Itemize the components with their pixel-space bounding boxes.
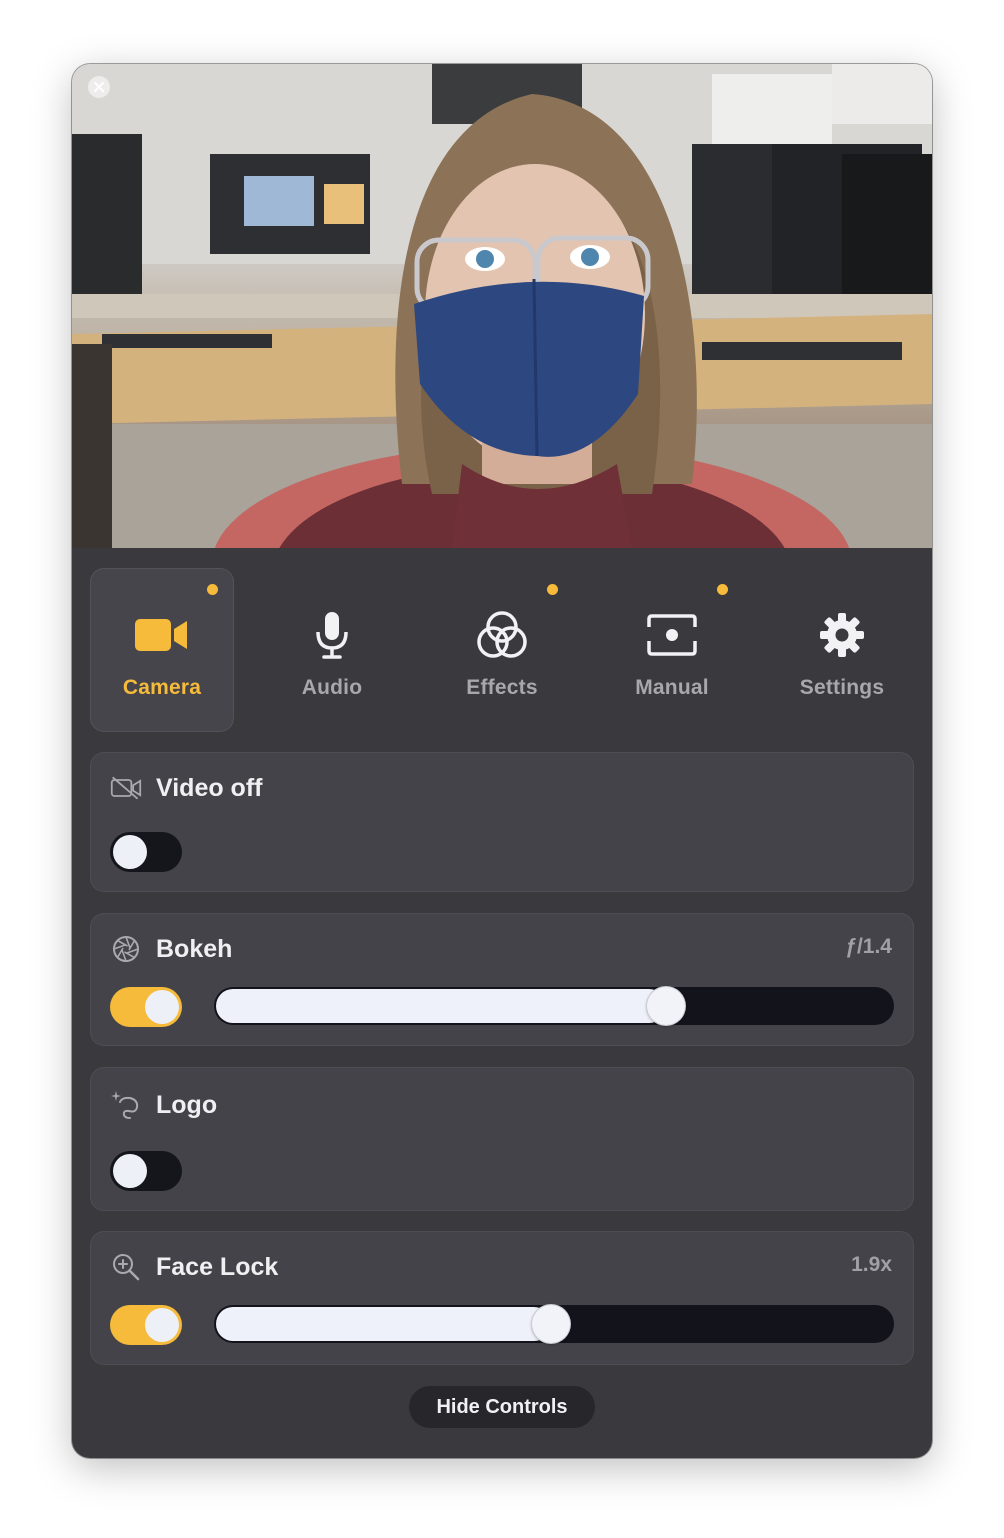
- close-icon: [94, 82, 104, 92]
- bokeh-slider-fill: [216, 989, 666, 1023]
- logo-card: Logo: [90, 1067, 914, 1211]
- face-lock-card: Face Lock 1.9x: [90, 1231, 914, 1365]
- face-lock-header: Face Lock: [110, 1251, 278, 1283]
- camera-controls-window: Camera Audio Effects Manual Settings Vid…: [72, 64, 932, 1458]
- video-camera-icon: [133, 610, 191, 660]
- close-button[interactable]: [88, 76, 110, 98]
- face-lock-title: Face Lock: [156, 1252, 279, 1281]
- hide-controls-button[interactable]: Hide Controls: [409, 1386, 595, 1428]
- effects-badge-dot: [547, 584, 558, 595]
- toggle-knob: [145, 1308, 179, 1342]
- manual-badge-dot: [717, 584, 728, 595]
- gear-icon: [813, 610, 871, 660]
- tab-settings[interactable]: Settings: [770, 568, 914, 732]
- bokeh-card: Bokeh ƒ/1.4: [90, 913, 914, 1046]
- face-lock-slider-thumb[interactable]: [532, 1305, 570, 1343]
- microphone-icon: [303, 610, 361, 660]
- video-off-icon: [110, 772, 142, 804]
- bokeh-slider[interactable]: [214, 987, 894, 1025]
- logo-title: Logo: [156, 1090, 218, 1119]
- tab-bar: Camera Audio Effects Manual Settings: [90, 568, 914, 732]
- camera-badge-dot: [207, 584, 218, 595]
- video-off-header: Video off: [110, 772, 262, 804]
- face-lock-toggle[interactable]: [110, 1305, 182, 1345]
- bokeh-header: Bokeh: [110, 933, 232, 965]
- tab-audio-label: Audio: [301, 676, 363, 699]
- bokeh-toggle[interactable]: [110, 987, 182, 1027]
- logo-toggle[interactable]: [110, 1151, 182, 1191]
- camera-preview-image: [72, 64, 932, 548]
- manual-frame-icon: [643, 610, 701, 660]
- toggle-knob: [113, 835, 147, 869]
- logo-sparkle-icon: [110, 1089, 142, 1121]
- toggle-knob: [113, 1154, 147, 1188]
- bokeh-title: Bokeh: [156, 934, 233, 963]
- aperture-icon: [110, 933, 142, 965]
- video-off-toggle[interactable]: [110, 832, 182, 872]
- tab-camera-label: Camera: [122, 676, 202, 699]
- face-lock-slider-fill: [216, 1307, 551, 1341]
- bokeh-value: ƒ/1.4: [845, 935, 892, 958]
- camera-preview: [72, 64, 932, 548]
- zoom-in-icon: [110, 1251, 142, 1283]
- tab-effects-label: Effects: [466, 676, 538, 699]
- video-off-card: Video off: [90, 752, 914, 892]
- tab-audio[interactable]: Audio: [260, 568, 404, 732]
- logo-header: Logo: [110, 1089, 217, 1121]
- tab-manual-label: Manual: [635, 676, 709, 699]
- video-off-title: Video off: [156, 773, 263, 802]
- face-lock-slider[interactable]: [214, 1305, 894, 1343]
- face-lock-value: 1.9x: [851, 1253, 892, 1276]
- effects-circles-icon: [473, 610, 531, 660]
- tab-settings-label: Settings: [799, 676, 885, 699]
- bokeh-slider-thumb[interactable]: [647, 987, 685, 1025]
- toggle-knob: [145, 990, 179, 1024]
